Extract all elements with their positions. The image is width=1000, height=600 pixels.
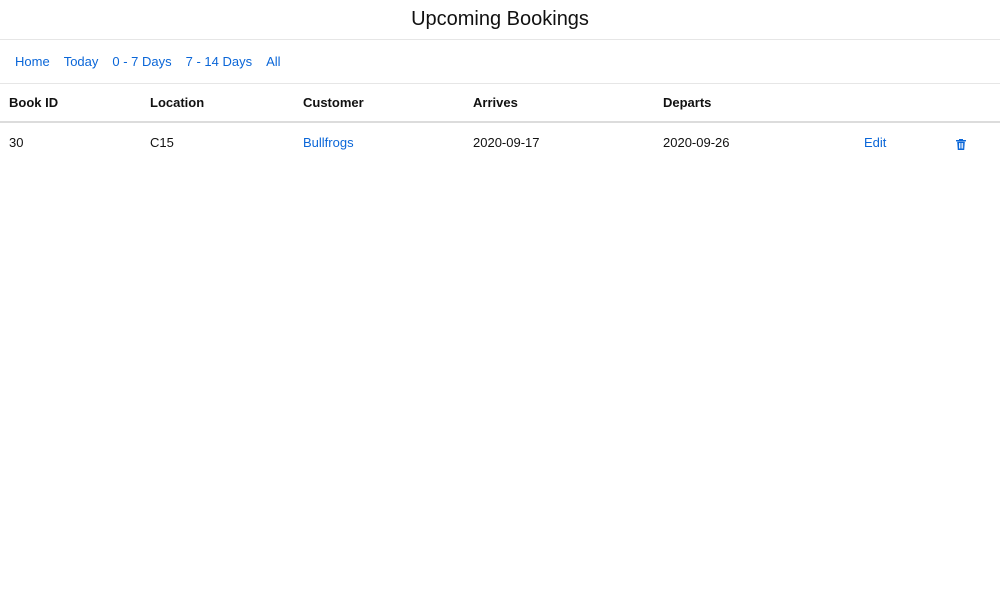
cell-departs: 2020-09-26 bbox=[663, 135, 730, 150]
column-header-edit bbox=[850, 84, 930, 123]
cell-delete bbox=[930, 122, 1000, 162]
bookings-table: Book ID Location Customer Arrives Depart… bbox=[0, 84, 1000, 162]
table-header: Book ID Location Customer Arrives Depart… bbox=[0, 84, 1000, 123]
column-header-customer: Customer bbox=[294, 84, 464, 123]
title-bar: Upcoming Bookings bbox=[0, 0, 1000, 40]
nav-bar: Home Today 0 - 7 Days 7 - 14 Days All bbox=[0, 40, 1000, 84]
nav-home-link[interactable]: Home bbox=[15, 54, 50, 69]
cell-book-id: 30 bbox=[9, 135, 24, 150]
edit-link[interactable]: Edit bbox=[864, 135, 886, 150]
column-header-delete bbox=[930, 84, 1000, 123]
cell-customer: Bullfrogs bbox=[294, 122, 464, 162]
column-header-location: Location bbox=[141, 84, 294, 123]
nav-7-14-days-link[interactable]: 7 - 14 Days bbox=[186, 54, 252, 69]
column-header-departs: Departs bbox=[654, 84, 850, 123]
nav-0-7-days-link[interactable]: 0 - 7 Days bbox=[112, 54, 171, 69]
page-title: Upcoming Bookings bbox=[411, 8, 589, 30]
cell-location: C15 bbox=[150, 135, 174, 150]
trash-icon[interactable] bbox=[956, 138, 966, 151]
nav-all-link[interactable]: All bbox=[266, 54, 280, 69]
nav-today-link[interactable]: Today bbox=[64, 54, 99, 69]
column-header-arrives: Arrives bbox=[464, 84, 654, 123]
cell-edit: Edit bbox=[850, 122, 930, 162]
customer-link[interactable]: Bullfrogs bbox=[303, 135, 354, 150]
table-row: 30 C15 Bullfrogs 2020-09-17 2020-09-26 E… bbox=[0, 122, 1000, 162]
column-header-book-id: Book ID bbox=[0, 84, 141, 123]
table-body: 30 C15 Bullfrogs 2020-09-17 2020-09-26 E… bbox=[0, 122, 1000, 162]
cell-arrives: 2020-09-17 bbox=[473, 135, 540, 150]
bookings-page: Upcoming Bookings Home Today 0 - 7 Days … bbox=[0, 0, 1000, 600]
table-header-row: Book ID Location Customer Arrives Depart… bbox=[0, 84, 1000, 123]
